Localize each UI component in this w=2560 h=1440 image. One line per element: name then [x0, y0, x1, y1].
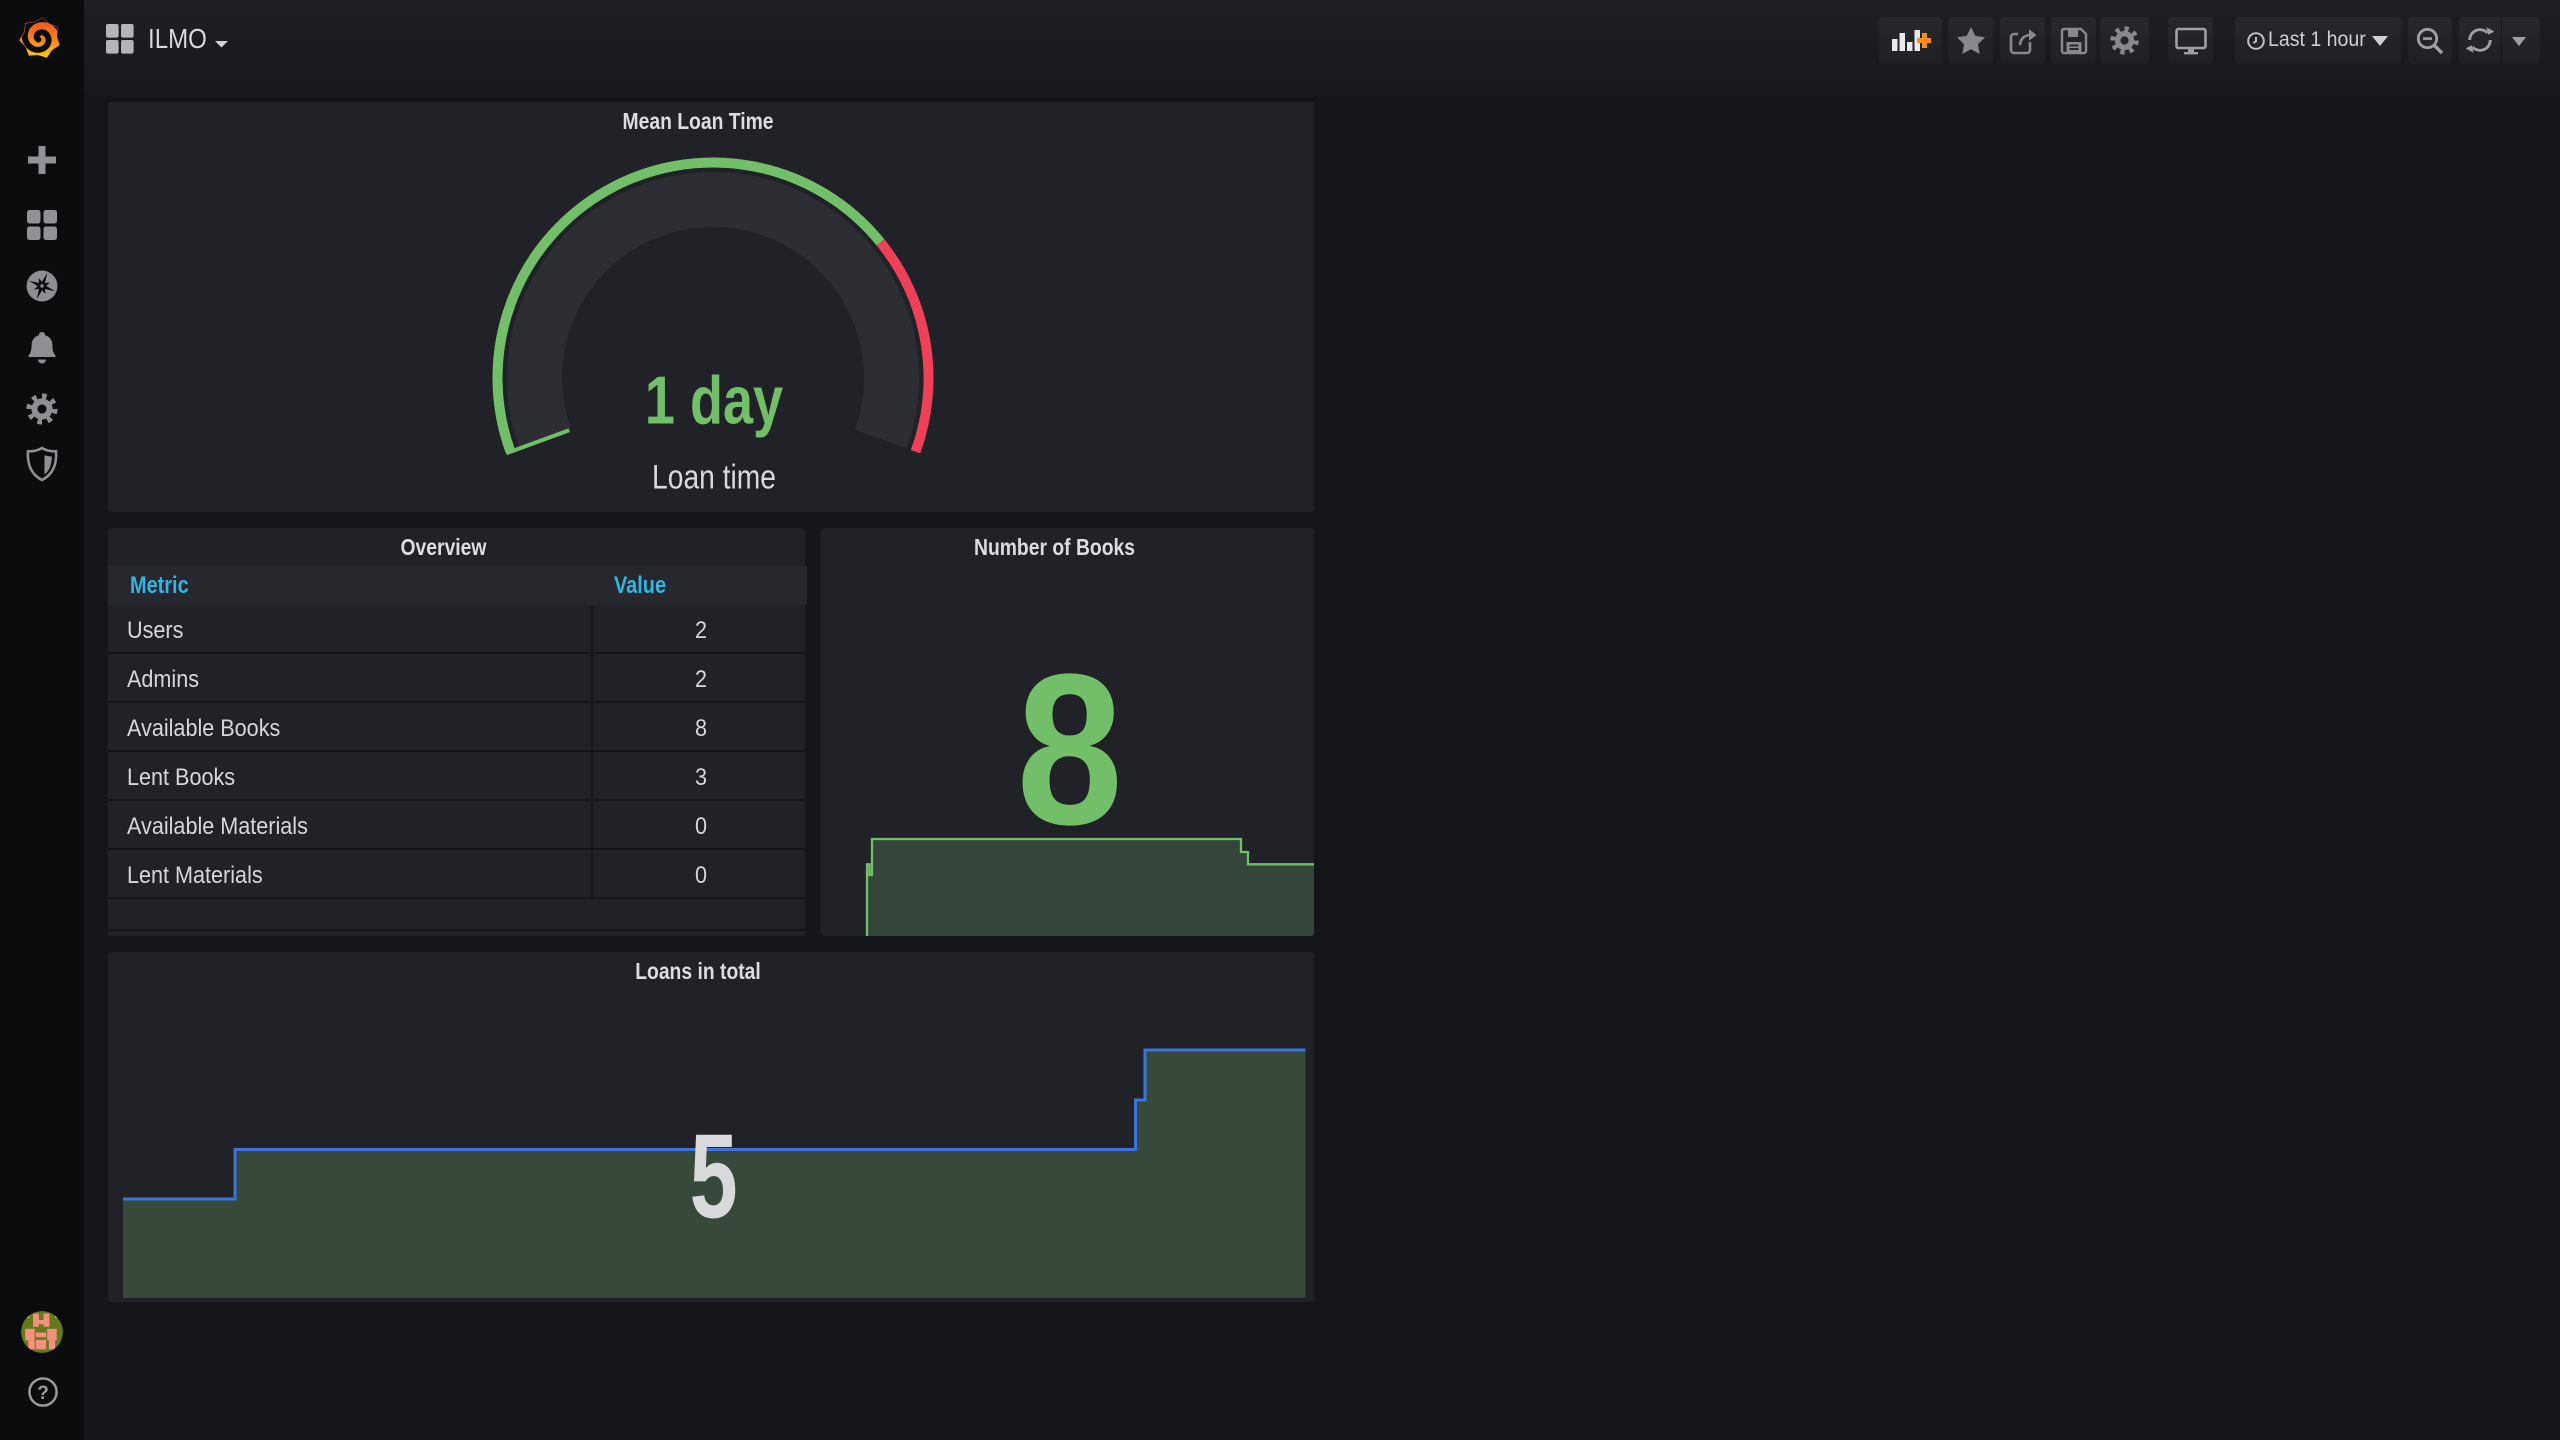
- svg-text:5: 5: [690, 1109, 738, 1243]
- svg-text:Loan time: Loan time: [652, 458, 776, 496]
- svg-text:?: ?: [37, 1383, 49, 1404]
- svg-text:1 day: 1 day: [645, 363, 783, 439]
